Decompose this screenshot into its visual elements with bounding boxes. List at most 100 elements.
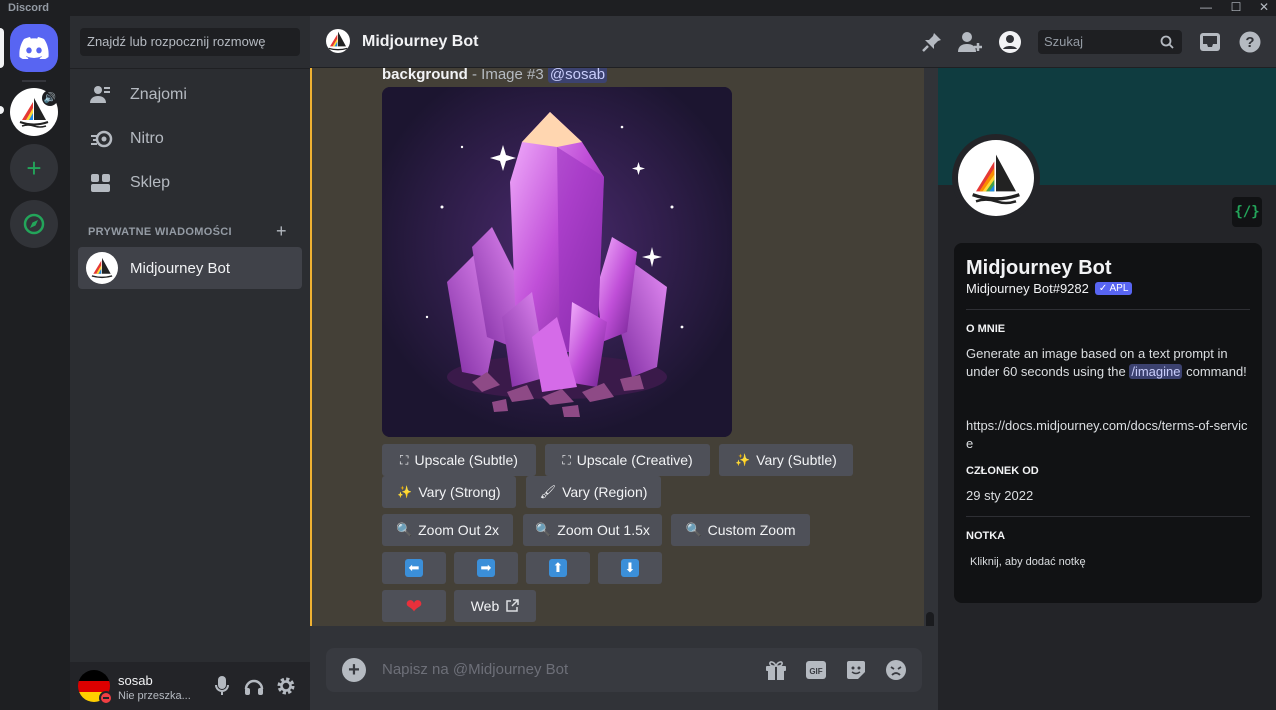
nitro-icon <box>90 129 130 149</box>
headphones-icon[interactable] <box>244 676 264 696</box>
pin-icon[interactable] <box>920 30 944 54</box>
message-list: background - Image #3 @sosab ⛶ Upscale (… <box>310 68 938 626</box>
discord-logo-icon <box>19 37 49 59</box>
nav-label: Znajomi <box>130 86 187 103</box>
magic-wand-icon: ✨ <box>735 453 751 467</box>
button-label: Zoom Out 1.5x <box>557 522 650 538</box>
vary-region-button[interactable]: 🖌 Vary (Region) <box>526 476 661 508</box>
web-link-button[interactable]: Web <box>454 590 536 622</box>
shop-icon <box>90 173 130 193</box>
user-mention[interactable]: @sosab <box>547 68 608 83</box>
arrow-left-icon: ⬅ <box>405 559 423 577</box>
nav-shop[interactable]: Sklep <box>78 162 302 204</box>
gift-icon[interactable] <box>764 658 788 682</box>
heart-icon: ❤ <box>405 595 423 618</box>
button-label: Vary (Strong) <box>418 484 501 500</box>
member-since-date: 29 sty 2022 <box>966 488 1034 503</box>
gif-icon[interactable]: GIF <box>804 658 828 682</box>
add-friend-icon[interactable] <box>958 30 982 54</box>
search-icon <box>1160 35 1174 49</box>
dm-section-title: PRYWATNE WIADOMOŚCI <box>88 226 232 238</box>
note-input[interactable]: Kliknij, aby dodać notkę <box>970 553 1254 571</box>
app-name: Discord <box>8 2 49 14</box>
svg-text:GIF: GIF <box>809 667 822 676</box>
server-rail: 🔊 + <box>0 16 70 710</box>
pan-left-button[interactable]: ⬅ <box>382 552 446 584</box>
external-link-icon <box>506 599 520 612</box>
dm-sidebar: Znajdź lub rozpocznij rozmowę Znajomi Ni… <box>70 16 310 710</box>
composer-area: + Napisz na @Midjourney Bot GIF <box>310 626 938 710</box>
friends-icon <box>90 85 130 105</box>
add-attachment-icon[interactable]: + <box>342 658 366 682</box>
settings-gear-icon[interactable] <box>276 676 296 696</box>
emoji-icon[interactable] <box>884 658 908 682</box>
add-server-button[interactable]: + <box>10 144 58 192</box>
explore-button[interactable] <box>10 200 58 248</box>
about-text-part: command! <box>1182 364 1247 379</box>
magnifier-icon: 🔍 <box>685 522 702 537</box>
imagine-command[interactable]: /imagine <box>1129 364 1183 379</box>
nav-friends[interactable]: Znajomi <box>78 74 302 116</box>
message-input[interactable]: + Napisz na @Midjourney Bot GIF <box>326 648 922 692</box>
vary-subtle-button[interactable]: ✨ Vary (Subtle) <box>719 444 853 476</box>
profile-card: Midjourney Bot Midjourney Bot#9282 ✓ APL… <box>954 243 1262 603</box>
app-badge: ✓ APL <box>1094 282 1133 295</box>
about-text: Generate an image based on a text prompt… <box>966 345 1250 381</box>
pan-up-button[interactable]: ⬆ <box>526 552 590 584</box>
close-icon[interactable]: ✕ <box>1250 0 1276 14</box>
prompt-text: background <box>382 68 468 83</box>
divider <box>70 68 310 69</box>
note-label: NOTKA <box>966 530 1006 542</box>
dm-item-midjourney-bot[interactable]: Midjourney Bot <box>78 247 302 289</box>
custom-zoom-button[interactable]: 🔍 Custom Zoom <box>671 514 810 546</box>
docs-link[interactable]: https://docs.midjourney.com/docs/terms-o… <box>966 417 1250 453</box>
minimize-icon[interactable]: — <box>1192 0 1220 14</box>
about-label: O MNIE <box>966 323 1006 335</box>
help-icon[interactable]: ? <box>1238 30 1262 54</box>
channel-header: Midjourney Bot Szukaj ? <box>310 16 1276 68</box>
active-indicator <box>0 28 4 68</box>
inbox-icon[interactable] <box>1198 30 1222 54</box>
button-label: Vary (Region) <box>562 484 648 500</box>
favorite-button[interactable]: ❤ <box>382 590 446 622</box>
nav-label: Sklep <box>130 174 171 191</box>
rail-separator <box>22 80 46 82</box>
generated-image[interactable] <box>382 87 732 437</box>
profile-tag-row: Midjourney Bot#9282 ✓ APL <box>966 281 1133 296</box>
sailboat-icon <box>328 31 348 51</box>
button-label: Custom Zoom <box>707 522 796 538</box>
button-label: Zoom Out 2x <box>418 522 500 538</box>
profile-avatar[interactable] <box>958 140 1034 216</box>
user-profile-icon[interactable] <box>998 30 1022 54</box>
button-label: Web <box>470 598 500 614</box>
member-since-label: CZŁONEK OD <box>966 465 1039 477</box>
home-button[interactable] <box>10 24 58 72</box>
header-search-input[interactable]: Szukaj <box>1038 30 1182 54</box>
search-placeholder: Szukaj <box>1044 34 1084 49</box>
unread-indicator <box>0 106 4 114</box>
zoom-out-15x-button[interactable]: 🔍 Zoom Out 1.5x <box>523 514 662 546</box>
vary-strong-button[interactable]: ✨ Vary (Strong) <box>382 476 516 508</box>
checkmark-icon: ✓ <box>1098 283 1108 294</box>
zoom-out-2x-button[interactable]: 🔍 Zoom Out 2x <box>382 514 513 546</box>
page-title: Midjourney Bot <box>362 33 479 50</box>
speaker-icon: 🔊 <box>42 90 58 106</box>
nav-nitro[interactable]: Nitro <box>78 118 302 160</box>
microphone-icon[interactable] <box>212 676 232 696</box>
arrow-down-icon: ⬇ <box>621 559 639 577</box>
expand-icon: ⛶ <box>562 452 571 467</box>
nav-label: Nitro <box>130 130 164 147</box>
sticker-icon[interactable] <box>844 658 868 682</box>
magnifier-icon: 🔍 <box>535 522 552 537</box>
upscale-creative-button[interactable]: ⛶ Upscale (Creative) <box>545 444 710 476</box>
create-dm-button[interactable]: + <box>276 221 287 242</box>
pan-right-button[interactable]: ➡ <box>454 552 518 584</box>
active-developer-badge-icon[interactable]: {/} <box>1232 197 1262 227</box>
find-conversation-input[interactable]: Znajdź lub rozpocznij rozmowę <box>80 28 300 56</box>
maximize-icon[interactable]: ☐ <box>1222 0 1250 14</box>
dnd-status-icon <box>99 691 113 705</box>
pan-down-button[interactable]: ⬇ <box>598 552 662 584</box>
upscale-subtle-button[interactable]: ⛶ Upscale (Subtle) <box>382 444 536 476</box>
profile-name: Midjourney Bot <box>966 257 1112 279</box>
username: sosab <box>118 673 153 688</box>
